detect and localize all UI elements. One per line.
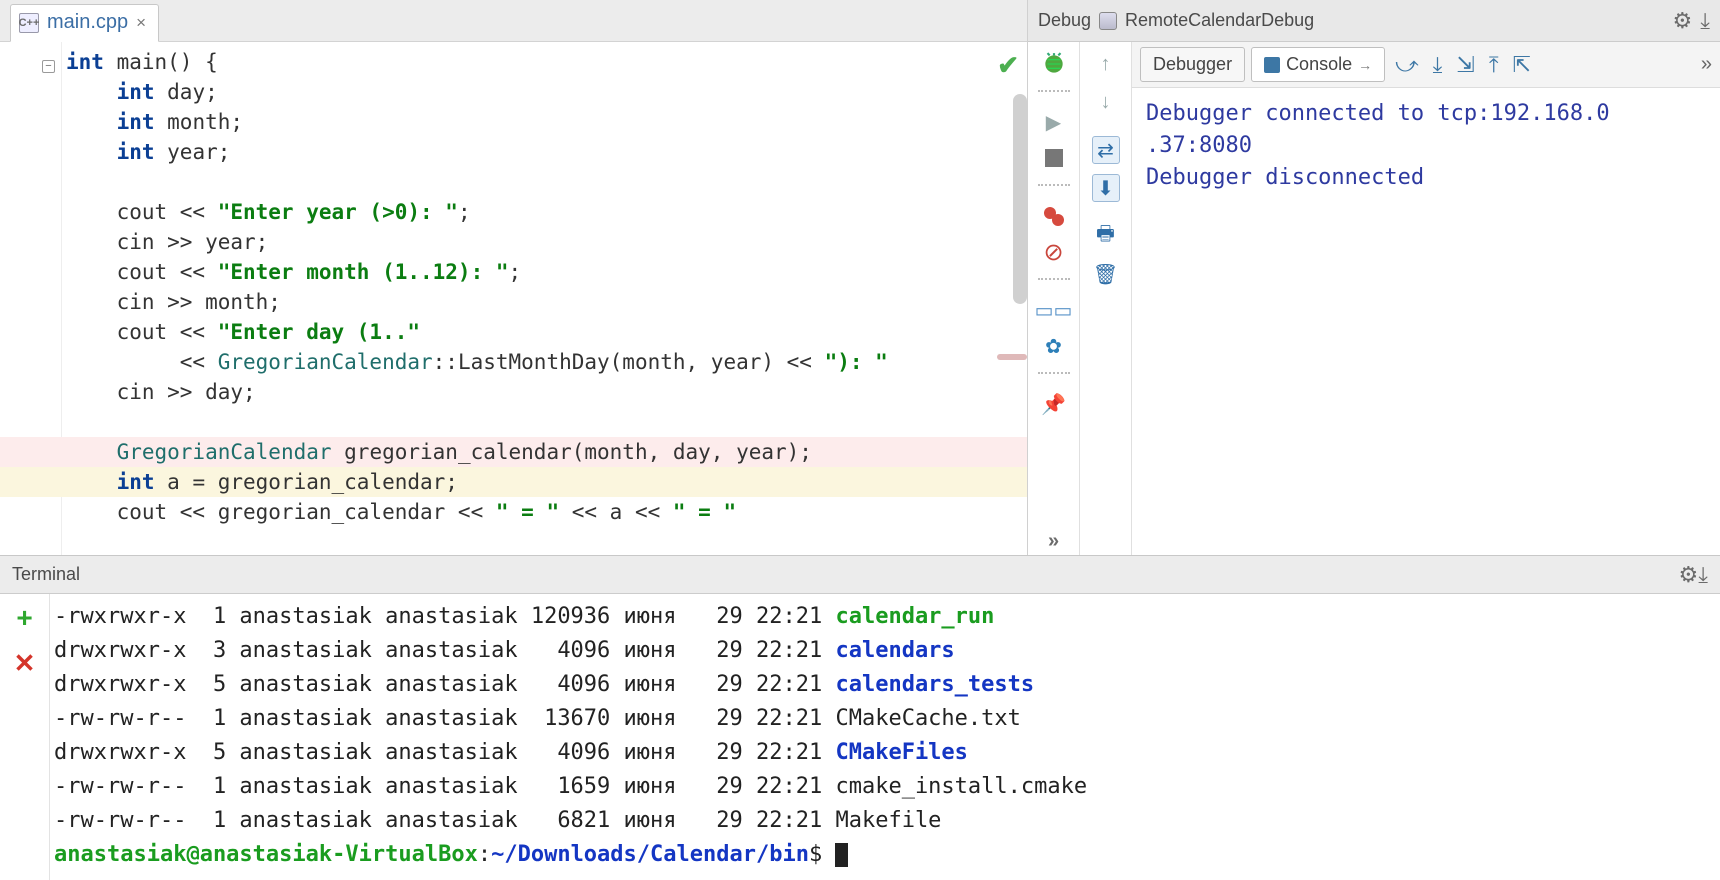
clear-icon[interactable]: 🗑 xyxy=(1092,260,1120,288)
code-line[interactable]: cin >> month; xyxy=(66,287,1027,317)
code-line[interactable]: int year; xyxy=(66,137,1027,167)
code-line[interactable]: int a = gregorian_calendar; xyxy=(0,467,1027,497)
step-over-icon[interactable]: ⤻ xyxy=(1391,52,1423,78)
debug-console-output[interactable]: Debugger connected to tcp:192.168.0 .37:… xyxy=(1132,88,1720,555)
settings-icon[interactable]: ⚙ xyxy=(1673,8,1693,34)
code-line[interactable]: GregorianCalendar gregorian_calendar(mon… xyxy=(0,437,1027,467)
run-to-cursor-icon[interactable]: ⇱ xyxy=(1509,52,1535,78)
debug-action-column-1: ▶ ⊘ ▭▭ ✿ 📌 » xyxy=(1028,42,1080,555)
terminal-side-toolbar: + ✕ xyxy=(0,594,50,880)
step-out-icon[interactable]: ⤒ xyxy=(1485,52,1503,78)
code-line[interactable]: cout << gregorian_calendar << " = " << a… xyxy=(66,497,1027,527)
resume-icon[interactable]: ▶ xyxy=(1040,108,1068,136)
tab-console[interactable]: Console→ xyxy=(1251,47,1385,82)
view-breakpoints-icon[interactable] xyxy=(1040,202,1068,230)
vertical-scrollbar[interactable] xyxy=(1013,94,1027,304)
debug-action-column-2: ↑ ↓ ⇄ ⬇ 🖶 🗑 xyxy=(1080,42,1132,555)
code-line[interactable]: cout << "Enter year (>0): "; xyxy=(66,197,1027,227)
code-line[interactable]: cout << "Enter month (1..12): "; xyxy=(66,257,1027,287)
step-into-icon[interactable]: ⤓ xyxy=(1429,52,1447,78)
debug-toolwindow-header: Debug RemoteCalendarDebug ⚙ ⤓ xyxy=(1028,0,1720,42)
more-actions-icon[interactable]: » xyxy=(1040,527,1068,555)
close-tab-icon[interactable]: × xyxy=(136,13,146,33)
terminal-settings-icon[interactable]: ⚙ xyxy=(1679,562,1699,588)
cpp-file-icon: C++ xyxy=(19,13,39,33)
code-line[interactable]: int month; xyxy=(66,107,1027,137)
terminal-header: Terminal ⚙ ⤓ xyxy=(0,556,1720,594)
new-terminal-icon[interactable]: + xyxy=(16,602,32,634)
editor-tab-bar: C++ main.cpp × xyxy=(0,0,1027,42)
fold-icon[interactable]: − xyxy=(42,60,55,73)
code-line[interactable]: int day; xyxy=(66,77,1027,107)
code-editor[interactable]: − int main() { int day; int month; int y… xyxy=(0,42,1027,555)
close-terminal-icon[interactable]: ✕ xyxy=(14,648,36,679)
error-stripe-marker[interactable] xyxy=(997,354,1027,360)
terminal-output[interactable]: -rwxrwxr-x 1 anastasiak anastasiak 12093… xyxy=(50,594,1720,880)
hide-icon[interactable]: ⤓ xyxy=(1700,8,1710,34)
debug-tab-bar: Debugger Console→ ⤻ ⤓ ⇲ ⤒ ⇱ » xyxy=(1132,42,1720,88)
pin-icon[interactable]: 📌 xyxy=(1040,390,1068,418)
debug-title: Debug xyxy=(1038,10,1091,31)
debug-settings-icon[interactable]: ✿ xyxy=(1040,332,1068,360)
debug-config-name: RemoteCalendarDebug xyxy=(1125,10,1314,31)
run-config-icon xyxy=(1099,12,1117,30)
stop-icon[interactable] xyxy=(1040,144,1068,172)
mute-breakpoints-icon[interactable]: ⊘ xyxy=(1040,238,1068,266)
code-line[interactable]: int main() { xyxy=(66,47,1027,77)
console-icon xyxy=(1264,57,1280,73)
inspection-ok-icon[interactable]: ✔ xyxy=(997,50,1019,81)
print-icon[interactable]: 🖶 xyxy=(1092,222,1120,250)
tab-debugger[interactable]: Debugger xyxy=(1140,47,1245,82)
frames-toggle-icon[interactable]: ⇄ xyxy=(1092,136,1120,164)
force-step-into-icon[interactable]: ⇲ xyxy=(1452,52,1478,78)
code-line[interactable] xyxy=(66,407,1027,437)
rerun-debug-icon[interactable] xyxy=(1040,50,1068,78)
code-line[interactable] xyxy=(66,167,1027,197)
code-line[interactable]: cout << "Enter day (1.." xyxy=(66,317,1027,347)
layout-icon[interactable]: ▭▭ xyxy=(1040,296,1068,324)
down-frame-icon[interactable]: ↓ xyxy=(1092,88,1120,116)
tabs-more-icon[interactable]: » xyxy=(1701,53,1712,76)
up-frame-icon[interactable]: ↑ xyxy=(1092,50,1120,78)
code-line[interactable]: cin >> year; xyxy=(66,227,1027,257)
editor-tab-label: main.cpp xyxy=(47,11,128,34)
terminal-title: Terminal xyxy=(12,564,80,585)
threads-toggle-icon[interactable]: ⬇ xyxy=(1092,174,1120,202)
editor-tab-main-cpp[interactable]: C++ main.cpp × xyxy=(10,4,159,42)
terminal-hide-icon[interactable]: ⤓ xyxy=(1698,562,1708,588)
code-line[interactable]: << GregorianCalendar::LastMonthDay(month… xyxy=(66,347,1027,377)
code-line[interactable]: cin >> day; xyxy=(66,377,1027,407)
